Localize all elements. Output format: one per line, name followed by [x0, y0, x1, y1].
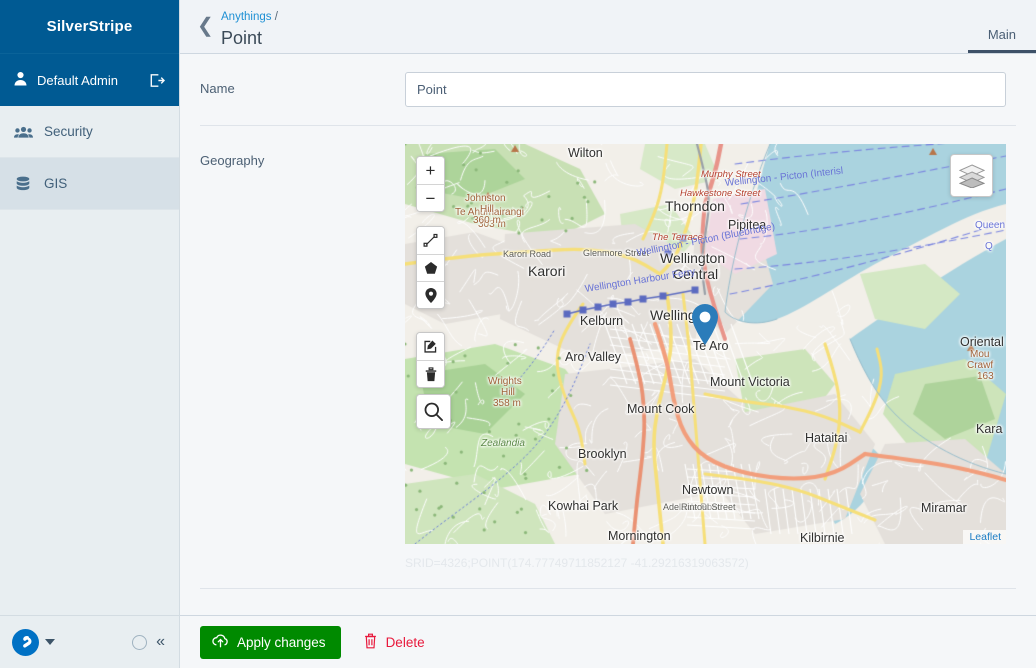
layers-stack-icon[interactable] [950, 154, 993, 197]
sidebar-item-gis[interactable]: GIS [0, 158, 179, 210]
brand-logo[interactable]: SilverStripe [0, 0, 179, 53]
delete-layers-button[interactable] [417, 360, 444, 387]
admin-app: SilverStripe Default Admin Security GIS … [0, 0, 1036, 668]
draw-control-group [416, 226, 445, 309]
sidebar-footer: « [0, 615, 179, 668]
delete-button[interactable]: Delete [359, 633, 429, 652]
sidebar-item-label: GIS [44, 176, 68, 191]
tab-bar: Main [967, 28, 1036, 53]
tab-main[interactable]: Main [967, 28, 1036, 53]
apply-changes-button[interactable]: Apply changes [200, 625, 341, 659]
page-title: Point [221, 27, 263, 48]
main-panel: ❮ Anythings / Point Main Name Point Geog… [180, 0, 1036, 668]
logout-icon[interactable] [148, 72, 166, 89]
apply-changes-label: Apply changes [237, 634, 326, 650]
action-toolbar: Apply changes Delete [180, 615, 1036, 668]
form-content: Name Geography WiltonMurphy StreetHawkes… [180, 54, 1036, 615]
field-row-name: Name [180, 54, 1036, 107]
chevron-down-icon[interactable] [45, 639, 55, 645]
cloud-upload-icon [212, 633, 229, 651]
breadcrumb-separator: / [274, 11, 278, 23]
sidebar-item-security[interactable]: Security [0, 106, 179, 158]
sidebar: SilverStripe Default Admin Security GIS … [0, 0, 180, 668]
zoom-control-group: + − [416, 156, 445, 212]
search-icon[interactable] [417, 395, 450, 428]
collapse-sidebar-button[interactable]: « [153, 634, 165, 650]
search-control-group [416, 394, 451, 429]
delete-label: Delete [385, 634, 425, 650]
users-group-icon [13, 125, 33, 139]
topbar: ❮ Anythings / Point Main [180, 0, 1036, 54]
breadcrumb: Anythings / Point [221, 10, 278, 49]
breadcrumb-parent-link[interactable]: Anythings [221, 11, 272, 23]
geometry-wkt-text: SRID=4326;POINT(174.77749711852127 -41.2… [405, 556, 749, 570]
breadcrumb-line: Anythings / [221, 10, 278, 25]
trash-icon [363, 633, 378, 652]
draw-marker-button[interactable] [417, 281, 444, 308]
map-marker-icon[interactable] [692, 304, 718, 345]
database-stack-icon [13, 175, 33, 193]
user-name: Default Admin [37, 72, 118, 88]
zoom-out-button[interactable]: − [417, 184, 444, 211]
name-label: Name [200, 81, 235, 96]
bottom-field-divider [200, 588, 1016, 589]
leaflet-map[interactable]: Wilton Murphy Street Hawkestone Street Thor… [405, 144, 1006, 544]
map-attribution-link[interactable]: Leaflet [963, 530, 1006, 544]
sidebar-item-label: Security [44, 124, 93, 139]
user-icon [13, 71, 28, 89]
loading-circle-icon [132, 634, 148, 650]
geography-control: Wilton Murphy Street Hawkestone Street Thor… [405, 144, 1036, 570]
draw-polyline-button[interactable] [417, 227, 444, 254]
silverstripe-logo-icon[interactable] [12, 628, 39, 656]
edit-square-icon[interactable] [417, 333, 444, 360]
name-input[interactable] [405, 72, 1006, 107]
current-user-row: Default Admin [0, 53, 179, 106]
name-control [405, 72, 1036, 107]
geography-label: Geography [200, 153, 265, 168]
field-row-geography: Geography Wilton Murphy Street Hawkestone … [180, 126, 1036, 570]
draw-polygon-button[interactable] [417, 254, 444, 281]
brand-label: SilverStripe [46, 18, 133, 35]
zoom-in-button[interactable]: + [417, 157, 444, 184]
edit-control-group [416, 332, 445, 388]
chevron-left-icon[interactable]: ❮ [197, 16, 214, 36]
